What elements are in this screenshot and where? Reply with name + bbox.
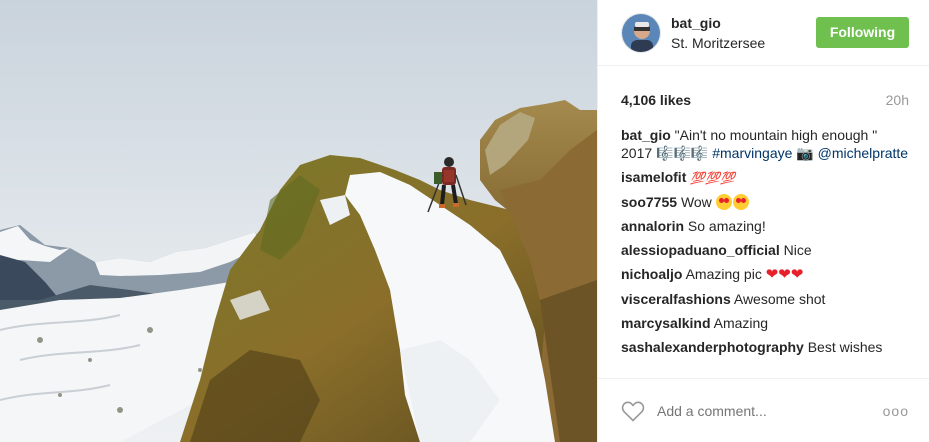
- comment-bar: ooo: [598, 378, 929, 442]
- red-hearts-emoji-icon: ❤❤❤: [765, 266, 804, 283]
- list-item: sashalexanderphotography Best wishes: [621, 338, 909, 356]
- heart-outline-icon[interactable]: [621, 400, 645, 422]
- more-options-icon[interactable]: ooo: [883, 403, 909, 419]
- post-username[interactable]: bat_gio: [671, 14, 816, 32]
- post-container: bat_gio St. Moritzersee Following 4,106 …: [0, 0, 929, 442]
- caption-hashtag[interactable]: #marvingaye: [712, 145, 792, 161]
- avatar[interactable]: [621, 12, 661, 53]
- list-item: marcysalkind Amazing: [621, 314, 909, 332]
- comment-username[interactable]: annalorin: [621, 218, 684, 234]
- list-item: isamelofit 💯💯💯: [621, 168, 909, 187]
- likes-row: 4,106 likes 20h: [621, 85, 909, 115]
- comment-text: Best wishes: [807, 339, 883, 355]
- list-item: soo7755 Wow: [621, 193, 909, 211]
- comment-username[interactable]: alessiopaduano_official: [621, 242, 780, 258]
- caption-username[interactable]: bat_gio: [621, 127, 671, 143]
- post-photo[interactable]: [0, 0, 597, 442]
- heart-eyes-emoji-icon: [732, 194, 749, 210]
- caption-mention[interactable]: @michelpratte: [818, 145, 908, 161]
- comment-username[interactable]: visceralfashions: [621, 291, 731, 307]
- post-timestamp[interactable]: 20h: [886, 92, 909, 108]
- post-sidebar: bat_gio St. Moritzersee Following 4,106 …: [597, 0, 929, 442]
- avatar-image: [622, 13, 660, 52]
- add-comment-input[interactable]: [657, 402, 883, 419]
- post-header: bat_gio St. Moritzersee Following: [598, 0, 929, 66]
- comment-text: Wow: [680, 194, 712, 210]
- mountain-photo: [0, 0, 597, 442]
- comment-username[interactable]: isamelofit: [621, 169, 686, 185]
- list-item: visceralfashions Awesome shot: [621, 290, 909, 308]
- comment-username[interactable]: nichoaljo: [621, 266, 682, 282]
- comment-username[interactable]: marcysalkind: [621, 315, 711, 331]
- comment-text: Amazing pic: [685, 266, 762, 282]
- list-item: alessiopaduano_official Nice: [621, 241, 909, 259]
- comment-username[interactable]: soo7755: [621, 194, 677, 210]
- caption: bat_gio "Ain't no mountain high enough "…: [621, 126, 909, 162]
- comment-text: So amazing!: [687, 218, 766, 234]
- comment-username[interactable]: sashalexanderphotography: [621, 339, 804, 355]
- comments-list[interactable]: bat_gio "Ain't no mountain high enough "…: [621, 126, 909, 378]
- hundred-emoji: 💯💯💯: [690, 171, 736, 185]
- user-info: bat_gio St. Moritzersee: [671, 14, 816, 52]
- post-location[interactable]: St. Moritzersee: [671, 34, 816, 52]
- likes-count[interactable]: 4,106 likes: [621, 92, 691, 108]
- comment-text: Awesome shot: [733, 291, 826, 307]
- list-item: nichoaljo Amazing pic ❤❤❤: [621, 265, 909, 284]
- following-button[interactable]: Following: [816, 17, 909, 48]
- heart-eyes-emoji-icon: [715, 194, 732, 210]
- list-item: annalorin So amazing!: [621, 217, 909, 235]
- comment-text: Nice: [783, 242, 812, 258]
- camera-emoji: 📷: [796, 145, 814, 161]
- comment-text: Amazing: [713, 315, 769, 331]
